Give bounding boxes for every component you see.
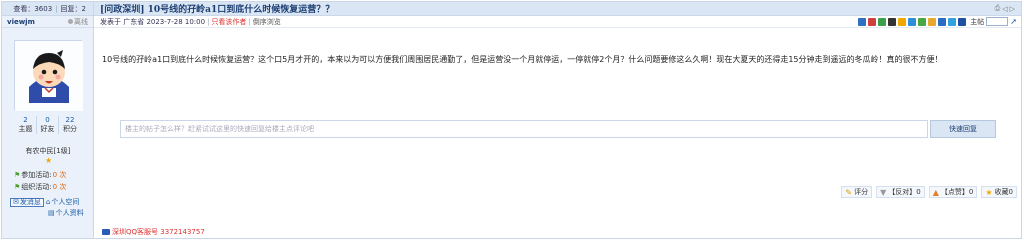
- flag-icon: ⚑: [14, 183, 21, 191]
- points-stat[interactable]: 22 积分: [59, 116, 81, 134]
- post-actions: ✎ 评分 ▼ 【反对】0 ▲ 【点赞】0 ★ 收藏0: [841, 186, 1017, 198]
- activity-organized-label: 组织活动:: [21, 183, 52, 191]
- tieba-icon[interactable]: [928, 17, 937, 26]
- rate-icon: ✎: [845, 187, 853, 197]
- qq-icon[interactable]: [908, 17, 917, 26]
- profile-link[interactable]: ▤ 个人资料: [48, 208, 84, 218]
- kaixin-icon[interactable]: [938, 17, 947, 26]
- cartoon-avatar-icon: [15, 41, 83, 111]
- star-icon: ★: [45, 156, 53, 165]
- author-counts: 2 主题 0 好友 22 积分: [2, 116, 94, 134]
- renren-icon[interactable]: [918, 17, 927, 26]
- qq-badge-icon: [102, 229, 110, 235]
- rate-label: 评分: [854, 188, 869, 196]
- support-icon: ▲: [932, 187, 939, 197]
- points-label: 积分: [63, 125, 77, 133]
- oppose-label: 【反对】0: [888, 188, 921, 196]
- weibo-icon[interactable]: [868, 17, 877, 26]
- send-message-label: 发消息: [19, 197, 41, 206]
- activity-joined: ⚑ 参加活动: 0 次: [14, 170, 94, 180]
- qq-service[interactable]: 深圳QQ客服号 3372143757: [102, 227, 205, 237]
- points-count: 22: [65, 116, 75, 124]
- goto-icon[interactable]: ➚: [1010, 17, 1017, 26]
- posted-at: 发表于 广东省 2023-7-28 10:00: [100, 17, 206, 26]
- next-thread-icon[interactable]: ▷: [1010, 5, 1015, 13]
- floor-jump-input[interactable]: [986, 17, 1009, 26]
- user-row: viewjm 离线: [2, 16, 93, 28]
- title-tools: ⎙ ◁ ▷: [995, 4, 1015, 13]
- author-only-link[interactable]: 只看该作者: [211, 17, 246, 27]
- post-meta-bar: 发表于 广东省 2023-7-28 10:00 | 只看该作者 | 倒序浏览 主…: [94, 16, 1021, 28]
- topics-label: 主题: [18, 125, 33, 133]
- author-links: ✉ 发消息 ⌂ 个人空间: [10, 197, 79, 207]
- replies-count: 2: [81, 4, 86, 13]
- douban-icon[interactable]: [888, 17, 897, 26]
- views-count: 3603: [34, 4, 53, 13]
- post-title[interactable]: [问政深圳] 10号线的孖岭a1口到底什么时候恢复运营？？: [100, 2, 334, 15]
- activity-joined-label: 参加活动:: [21, 171, 52, 179]
- profile-icon: ▤: [48, 209, 55, 217]
- rate-button[interactable]: ✎ 评分: [841, 186, 873, 198]
- meta-separator: |: [248, 17, 251, 26]
- offline-icon: [68, 19, 73, 24]
- post-panel: [问政深圳] 10号线的孖岭a1口到底什么时候恢复运营？？ ⎙ ◁ ▷ 发表于 …: [94, 2, 1021, 238]
- qq-service-label: 深圳QQ客服号 3372143757: [112, 228, 205, 236]
- author-panel: 查看： 3603 | 回复： 2 viewjm 离线 2 主题 0 好友 22 …: [2, 2, 94, 238]
- thread-stats: 查看： 3603 | 回复： 2: [2, 2, 93, 16]
- personal-space-label: 个人空间: [51, 198, 80, 206]
- print-icon[interactable]: ⎙: [995, 4, 1001, 13]
- quick-reply-button[interactable]: 快速回复: [930, 120, 996, 138]
- prev-thread-icon[interactable]: ◁: [1002, 5, 1007, 13]
- qzone-icon[interactable]: [898, 17, 907, 26]
- wechat-icon[interactable]: [878, 17, 887, 26]
- support-label: 【点赞】0: [940, 188, 974, 196]
- quick-reply-input[interactable]: 楼主的帖子怎么样？赶紧试试这里的快速回复给楼主点评论吧: [120, 120, 928, 138]
- oppose-icon: ▼: [880, 187, 887, 197]
- post-meta: 发表于 广东省 2023-7-28 10:00 | 只看该作者 | 倒序浏览: [100, 17, 281, 27]
- activity-organized-value: 0 次: [52, 183, 67, 191]
- topics-count: 2: [23, 116, 28, 124]
- activity-organized: ⚑ 组织活动: 0 次: [14, 182, 94, 192]
- meta-separator: |: [207, 17, 210, 26]
- envelope-icon: ✉: [13, 197, 19, 206]
- favorite-label: 收藏0: [994, 188, 1013, 196]
- stats-separator: |: [55, 4, 58, 13]
- oppose-button[interactable]: ▼ 【反对】0: [876, 186, 925, 198]
- share-toolbar: 主帖 ➚: [858, 17, 1017, 27]
- topics-stat[interactable]: 2 主题: [15, 116, 37, 134]
- friends-count: 0: [45, 116, 50, 124]
- move-label: 主帖: [970, 17, 985, 26]
- reverse-order-link[interactable]: 倒序浏览: [253, 17, 281, 27]
- send-message-button[interactable]: ✉ 发消息: [10, 197, 44, 207]
- support-button[interactable]: ▲ 【点赞】0: [928, 186, 978, 198]
- home-icon: ⌂: [45, 198, 51, 206]
- favorite-icon: ★: [985, 187, 993, 197]
- friends-label: 好友: [40, 125, 55, 133]
- personal-space-link[interactable]: ⌂ 个人空间: [46, 197, 79, 207]
- twitter-icon[interactable]: [948, 17, 957, 26]
- friends-stat[interactable]: 0 好友: [37, 116, 59, 134]
- online-status: 离线: [68, 17, 88, 27]
- replies-label: 回复：: [60, 4, 82, 13]
- online-status-label: 离线: [74, 17, 88, 26]
- netease-icon[interactable]: [958, 17, 967, 26]
- activity-joined-value: 0 次: [52, 171, 67, 179]
- favorite-button[interactable]: ★ 收藏0: [981, 186, 1017, 198]
- title-bar: [问政深圳] 10号线的孖岭a1口到底什么时候恢复运营？？ ⎙ ◁ ▷: [94, 2, 1021, 16]
- share-icon[interactable]: [858, 17, 867, 26]
- flag-icon: ⚑: [14, 171, 21, 179]
- profile-label: 个人资料: [55, 209, 84, 217]
- views-label: 查看：: [13, 4, 35, 13]
- post-content: 10号线的孖岭a1口到底什么时候恢复运营？这个口5月才开的，本来以为可以方便我们…: [102, 55, 943, 64]
- user-grade: 有农中民[1级]: [25, 147, 71, 155]
- author-username[interactable]: viewjm: [7, 18, 35, 26]
- avatar[interactable]: [14, 40, 83, 111]
- post-frame: 查看： 3603 | 回复： 2 viewjm 离线 2 主题 0 好友 22 …: [1, 1, 1022, 239]
